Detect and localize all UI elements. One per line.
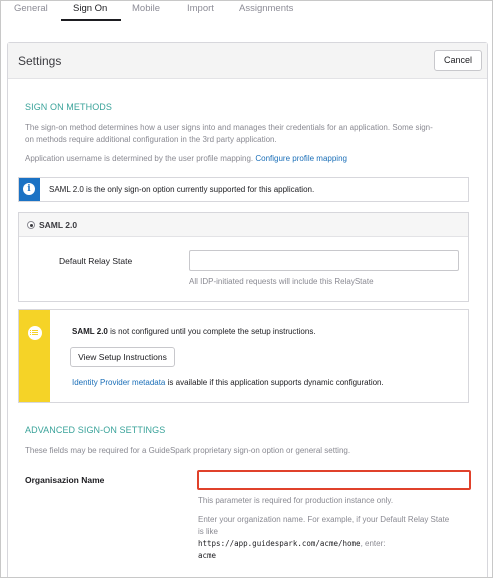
metadata-rest: is available if this application support… <box>165 378 384 387</box>
view-setup-instructions-button[interactable]: View Setup Instructions <box>70 347 175 367</box>
configure-profile-mapping-link[interactable]: Configure profile mapping <box>255 154 347 163</box>
tab-bar: General Sign On Mobile Import Assignment… <box>1 1 492 21</box>
organization-help-enter: , enter: <box>360 539 386 548</box>
identity-provider-metadata-link[interactable]: Identity Provider metadata <box>72 378 165 387</box>
organization-help-url: https://app.guidespark.com/acme/home <box>198 539 361 548</box>
saml-radio-row[interactable]: SAML 2.0 <box>19 213 468 237</box>
organization-name-hint: This parameter is required for productio… <box>198 496 394 505</box>
setup-warning-rest: is not configured until you complete the… <box>107 327 316 336</box>
metadata-text: Identity Provider metadata is available … <box>72 378 384 387</box>
info-text: SAML 2.0 is the only sign-on option curr… <box>49 185 315 194</box>
info-stripe: i <box>19 178 40 201</box>
relay-state-label: Default Relay State <box>59 256 133 266</box>
tab-sign-on[interactable]: Sign On <box>73 3 107 14</box>
username-mapping-label: Application username is determined by th… <box>25 154 254 163</box>
sign-on-description-line2: on methods require additional configurat… <box>25 135 277 144</box>
sign-on-description-line1: The sign-on method determines how a user… <box>25 123 433 132</box>
organization-help-line1: Enter your organization name. For exampl… <box>198 515 450 524</box>
saml-radio[interactable] <box>27 221 35 229</box>
list-icon <box>28 326 42 340</box>
settings-header: Settings Cancel <box>8 43 487 79</box>
advanced-settings-description: These fields may be required for a Guide… <box>25 446 351 455</box>
organization-help-line2: is like <box>198 527 219 536</box>
organization-name-input[interactable] <box>197 470 471 490</box>
info-callout: i SAML 2.0 is the only sign-on option cu… <box>18 177 469 202</box>
sign-on-description: The sign-on method determines how a user… <box>25 122 475 146</box>
relay-state-hint: All IDP-initiated requests will include … <box>189 277 374 286</box>
radio-selected-dot <box>29 223 33 227</box>
username-mapping-text: Application username is determined by th… <box>25 153 475 165</box>
active-tab-indicator <box>61 19 121 21</box>
setup-warning-bold: SAML 2.0 <box>72 327 108 336</box>
tab-mobile[interactable]: Mobile <box>132 3 160 14</box>
saml-radio-label: SAML 2.0 <box>39 220 78 230</box>
organization-help-example: https://app.guidespark.com/acme/home, en… <box>198 538 478 550</box>
setup-warning-text: SAML 2.0 is not configured until you com… <box>72 327 316 336</box>
relay-state-input[interactable] <box>189 250 459 271</box>
organization-name-label: Organisazion Name <box>25 475 105 485</box>
advanced-settings-heading: ADVANCED SIGN-ON SETTINGS <box>25 425 166 435</box>
tab-general[interactable]: General <box>14 3 48 14</box>
saml-panel: SAML 2.0 Default Relay State All IDP-ini… <box>18 212 469 302</box>
warning-stripe <box>19 310 50 402</box>
page-title: Settings <box>18 54 62 68</box>
organization-help-value: acme <box>198 551 217 560</box>
tab-assignments[interactable]: Assignments <box>239 3 293 14</box>
sign-on-methods-heading: SIGN ON METHODS <box>25 102 113 112</box>
tab-import[interactable]: Import <box>187 3 214 14</box>
app-frame: General Sign On Mobile Import Assignment… <box>0 0 493 578</box>
info-icon: i <box>23 183 35 195</box>
organization-help-text: Enter your organization name. For exampl… <box>198 514 478 562</box>
cancel-button[interactable]: Cancel <box>434 50 482 71</box>
